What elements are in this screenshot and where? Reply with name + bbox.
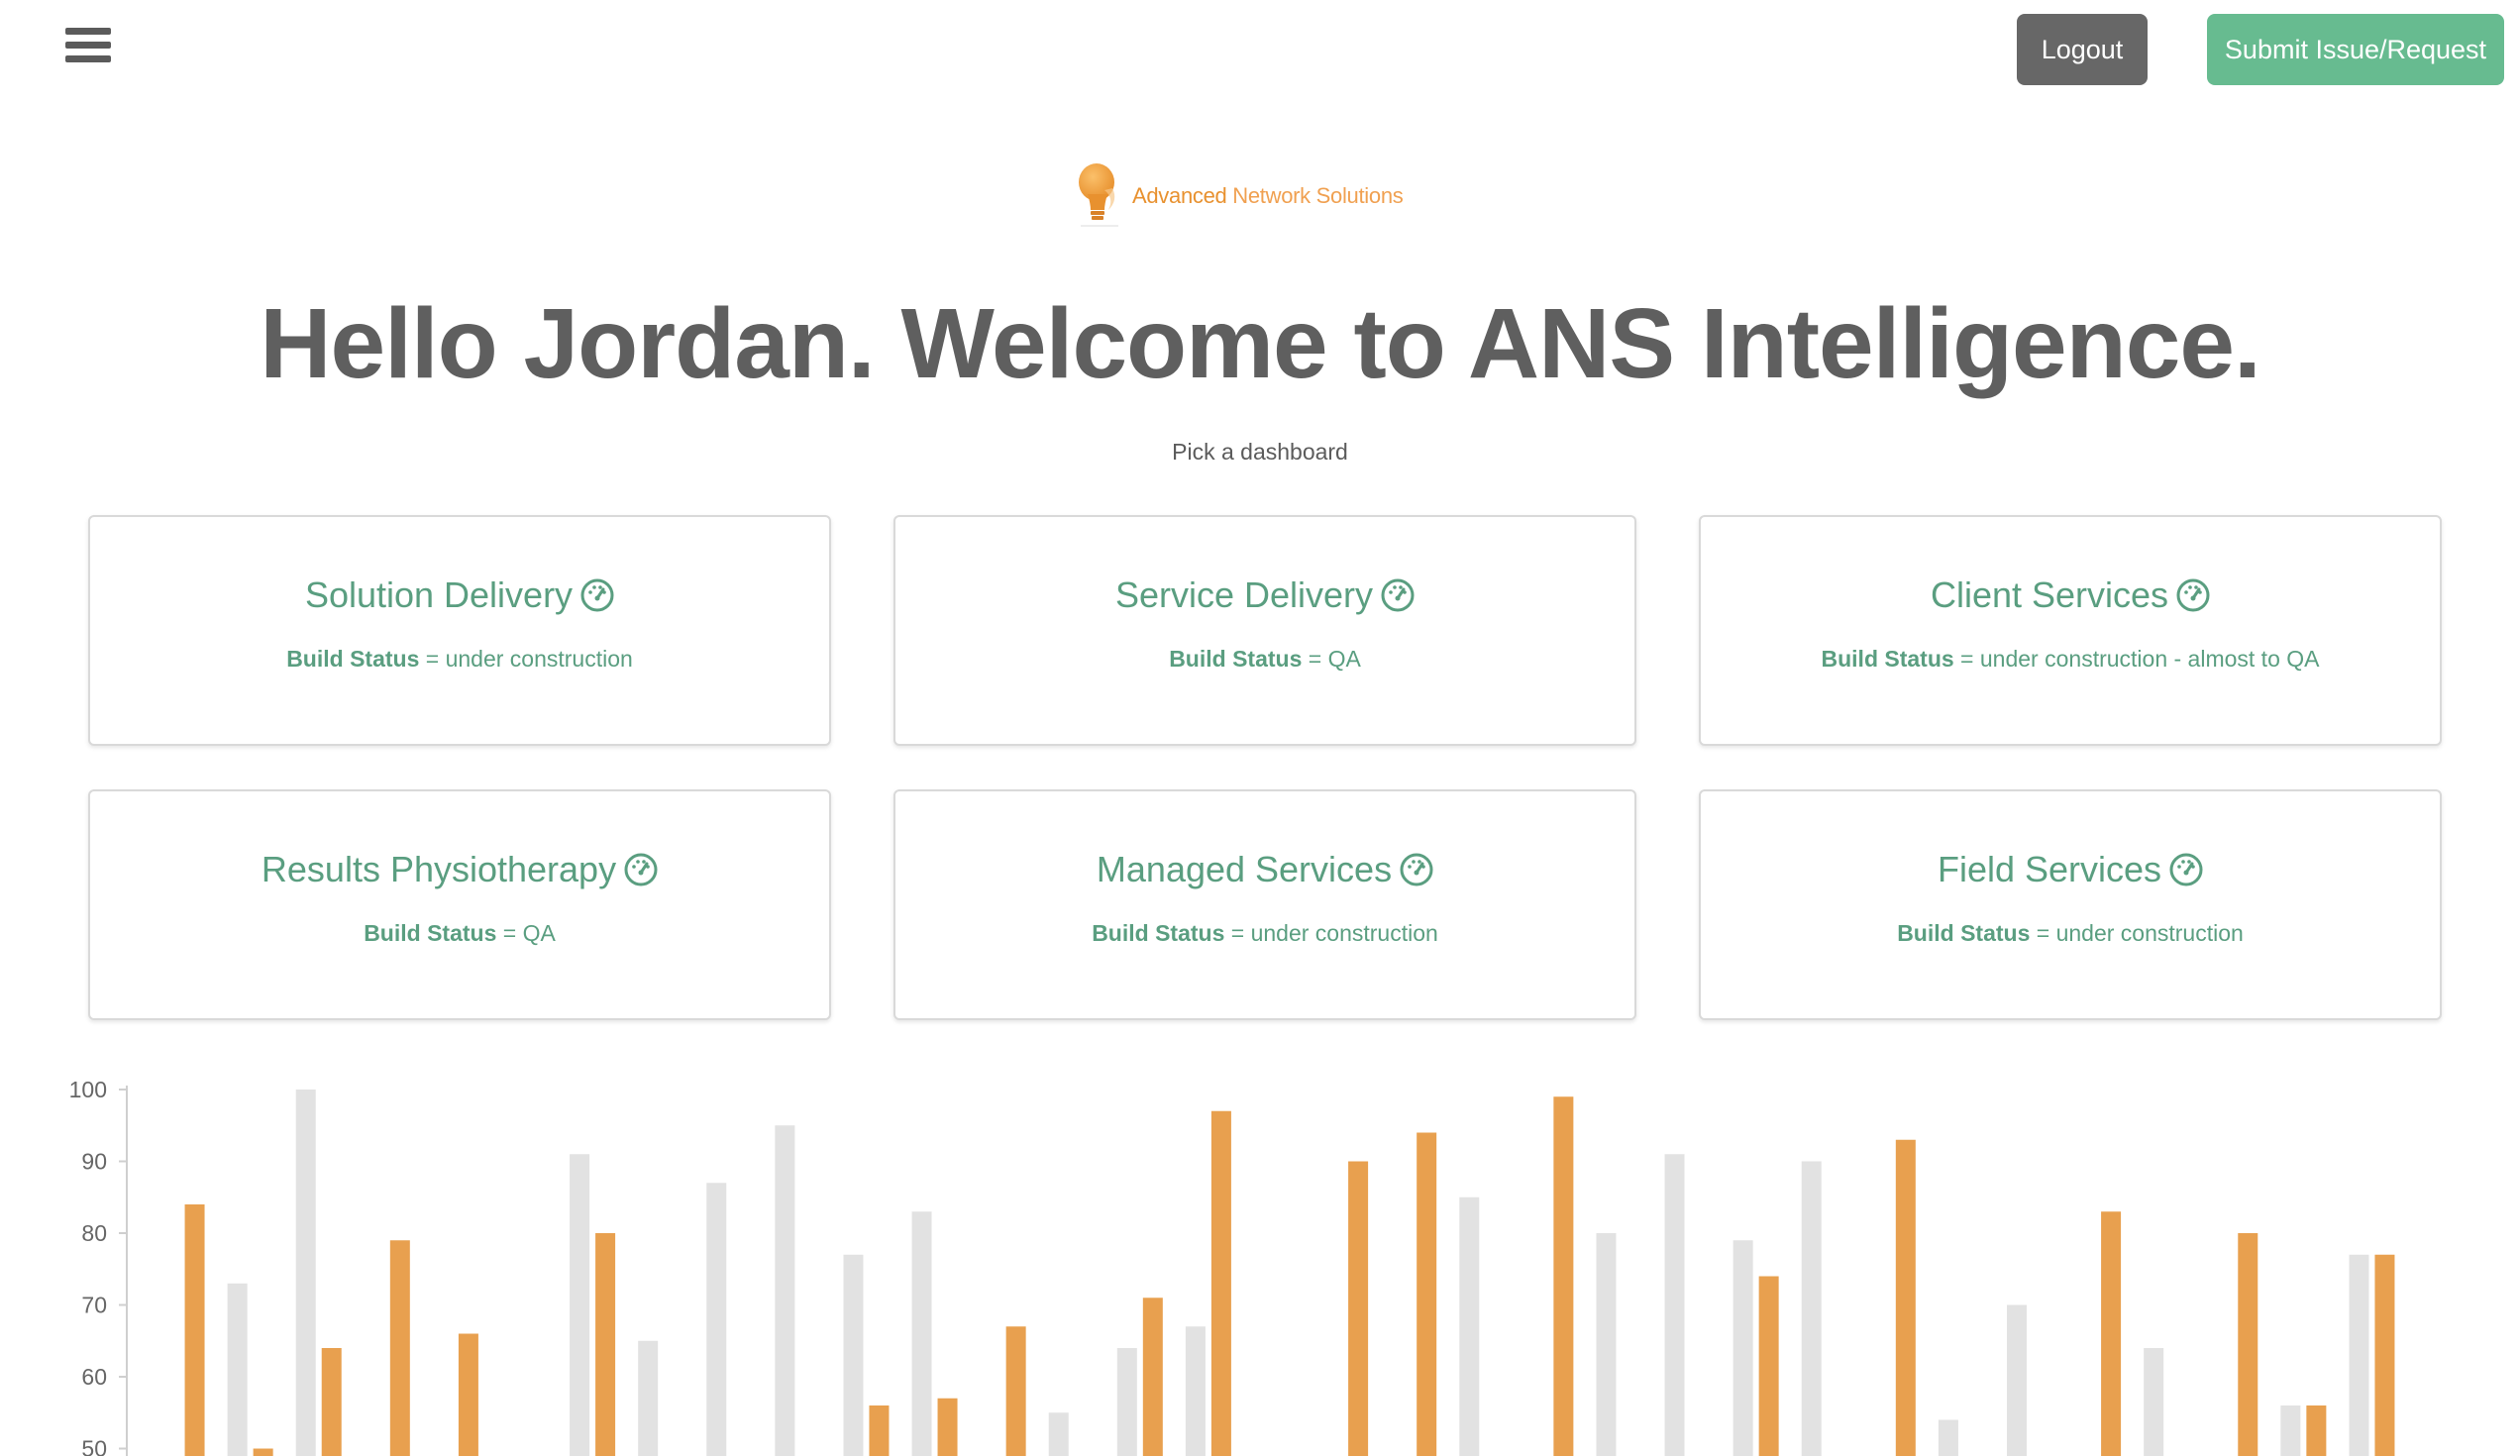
gauge-icon (2176, 578, 2210, 612)
chart-bar (1210, 1110, 1231, 1456)
dashboard-card-client-services[interactable]: Client Services Build Status = under con… (1699, 515, 2442, 746)
build-status-label: Build Status (1897, 920, 2031, 946)
chart-bar (1005, 1326, 1026, 1456)
chart-bar (2007, 1304, 2027, 1456)
company-logo: Advanced Network Solutions (1075, 158, 1404, 234)
build-status-value: under construction (2055, 920, 2244, 946)
chart-bar (1596, 1233, 1617, 1456)
dashboard-card-field-services[interactable]: Field Services Build Status = under cons… (1699, 789, 2442, 1020)
dashboard-title: Service Delivery (1114, 574, 1374, 615)
dashboard-title: Solution Delivery (304, 574, 574, 615)
chart-bar (1348, 1161, 1369, 1456)
chart-bar (1553, 1096, 1574, 1456)
chart-bar (869, 1405, 890, 1456)
company-name: Advanced Network Solutions (1132, 183, 1404, 208)
chart-bar (1801, 1161, 1822, 1456)
build-status-value: QA (522, 920, 556, 946)
dashboard-card-service-delivery[interactable]: Service Delivery Build Status = QA (893, 515, 1636, 746)
gauge-icon (580, 578, 614, 612)
build-status-label: Build Status (1092, 920, 1225, 946)
chart-bar (1664, 1154, 1685, 1456)
build-status-label: Build Status (286, 646, 420, 672)
chart-bar (458, 1333, 478, 1456)
page-title: Hello Jordan. Welcome to ANS Intelligenc… (260, 288, 2261, 399)
dashboard-title: Field Services (1937, 849, 2162, 889)
chart-bar (706, 1183, 727, 1456)
y-tick-label: 80 (81, 1220, 107, 1246)
chart-bar (2101, 1211, 2122, 1456)
chart-bar (2280, 1405, 2301, 1456)
build-status-label: Build Status (1821, 646, 1954, 672)
y-tick-label: 60 (81, 1364, 107, 1390)
dashboard-title: Managed Services (1096, 849, 1393, 889)
chart-bar (2374, 1254, 2395, 1456)
y-tick-label: 50 (81, 1436, 107, 1456)
submit-issue-button[interactable]: Submit Issue/Request (2207, 14, 2504, 85)
gauge-icon (2169, 853, 2203, 886)
bar-chart: 100 90 80 70 60 50 (69, 1077, 2395, 1456)
chart-bar (1417, 1132, 1437, 1456)
dashboard-title: Results Physiotherapy (261, 849, 617, 889)
hamburger-menu-icon[interactable] (65, 28, 111, 65)
chart-bar (1758, 1276, 1779, 1456)
chart-bar (775, 1125, 795, 1456)
build-status-value: QA (1327, 646, 1361, 672)
chart-bar (227, 1283, 248, 1456)
chart-bar (595, 1233, 616, 1456)
dashboard-title: Client Services (1930, 574, 2169, 615)
y-tick-label: 90 (81, 1149, 107, 1175)
chart-bar (321, 1348, 342, 1456)
chart-bar (253, 1448, 273, 1456)
chart-bar (1142, 1298, 1163, 1456)
chart-bar (2349, 1254, 2369, 1456)
chart-bar (1048, 1412, 1069, 1456)
chart-bar (1459, 1196, 1480, 1456)
build-status-label: Build Status (1169, 646, 1303, 672)
dashboard-card-managed-services[interactable]: Managed Services Build Status = under co… (893, 789, 1636, 1020)
chart-bar (184, 1204, 205, 1456)
chart-bar (570, 1154, 590, 1456)
dashboard-card-results-physiotherapy[interactable]: Results Physiotherapy Build Status = QA (88, 789, 831, 1020)
gauge-icon (1381, 578, 1415, 612)
logout-button[interactable]: Logout (2017, 14, 2148, 85)
build-status-value: under construction (445, 646, 633, 672)
chart-bar (911, 1211, 932, 1456)
chart-bar (1185, 1326, 1206, 1456)
chart-bar (843, 1254, 864, 1456)
build-status-value: under construction - almost to QA (1979, 646, 2320, 672)
dashboard-card-solution-delivery[interactable]: Solution Delivery Build Status = under c… (88, 515, 831, 746)
chart-bar (937, 1398, 958, 1456)
chart-bar (1732, 1240, 1753, 1456)
lightbulb-icon (1079, 163, 1118, 227)
chart-bar (1895, 1139, 1916, 1456)
chart-bar (1938, 1419, 1958, 1456)
build-status-value: under construction (1250, 920, 1438, 946)
chart-bar (1116, 1348, 1137, 1456)
build-status-label: Build Status (364, 920, 497, 946)
gauge-icon (624, 853, 658, 886)
page-subtitle: Pick a dashboard (1172, 439, 1348, 465)
chart-bar (2144, 1348, 2164, 1456)
chart-bar (2238, 1233, 2258, 1456)
y-tick-label: 100 (69, 1077, 107, 1102)
chart-bar (2306, 1405, 2327, 1456)
chart-bar (295, 1090, 316, 1456)
y-tick-label: 70 (81, 1293, 107, 1318)
chart-bar (389, 1240, 410, 1456)
gauge-icon (1400, 853, 1433, 886)
chart-bar (638, 1340, 659, 1456)
